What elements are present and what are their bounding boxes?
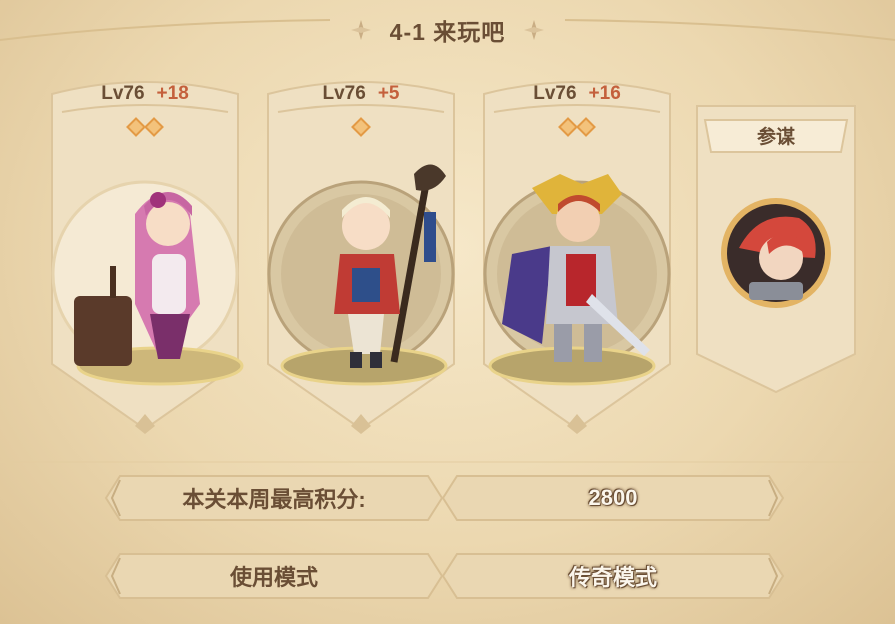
- strategist-portrait[interactable]: [719, 196, 833, 310]
- hero-card-1[interactable]: Lv76 +18: [40, 74, 250, 434]
- hero-bonus: +18: [156, 83, 189, 104]
- mode-label: 使用模式: [229, 565, 318, 590]
- stage-title-bar: 4-1 来玩吧: [0, 12, 895, 48]
- diamond-ornament-icon: [524, 20, 545, 40]
- hero-portrait-staff-mage: [280, 164, 448, 386]
- hero-portrait-pink-hair: [74, 192, 244, 386]
- score-value: 2800: [588, 485, 638, 510]
- star-diamond-icon: [576, 117, 596, 137]
- star-diamond-icon: [558, 117, 578, 137]
- score-label-bar: 本关本周最高积分:: [104, 474, 444, 522]
- hero-card-3[interactable]: Lv76 +16: [472, 74, 682, 434]
- score-value-bar: 2800: [441, 474, 785, 522]
- hero-card-2[interactable]: Lv76 +5: [256, 74, 466, 434]
- hero-stars: [472, 117, 682, 137]
- hero-level: Lv76: [533, 83, 577, 104]
- star-diamond-icon: [351, 117, 371, 137]
- hero-level: Lv76: [322, 83, 366, 104]
- mode-select[interactable]: 传奇模式: [441, 552, 785, 600]
- hero-stars: [256, 117, 466, 137]
- star-diamond-icon: [144, 117, 164, 137]
- star-diamond-icon: [126, 117, 146, 137]
- strategist-label: 参谋: [756, 126, 795, 148]
- hero-stars: [40, 117, 250, 137]
- hero-level: Lv76: [101, 83, 145, 104]
- strategist-slot[interactable]: 参谋: [695, 104, 857, 394]
- score-label: 本关本周最高积分:: [182, 487, 366, 512]
- mode-value: 传奇模式: [568, 565, 657, 590]
- hero-bonus: +5: [377, 83, 400, 104]
- diamond-ornament-icon: [350, 20, 371, 40]
- stage-title: 4-1 来玩吧: [389, 19, 506, 45]
- mode-label-bar: 使用模式: [104, 552, 444, 600]
- hero-bonus: +16: [588, 83, 621, 104]
- hero-portrait-armored-knight: [488, 174, 656, 386]
